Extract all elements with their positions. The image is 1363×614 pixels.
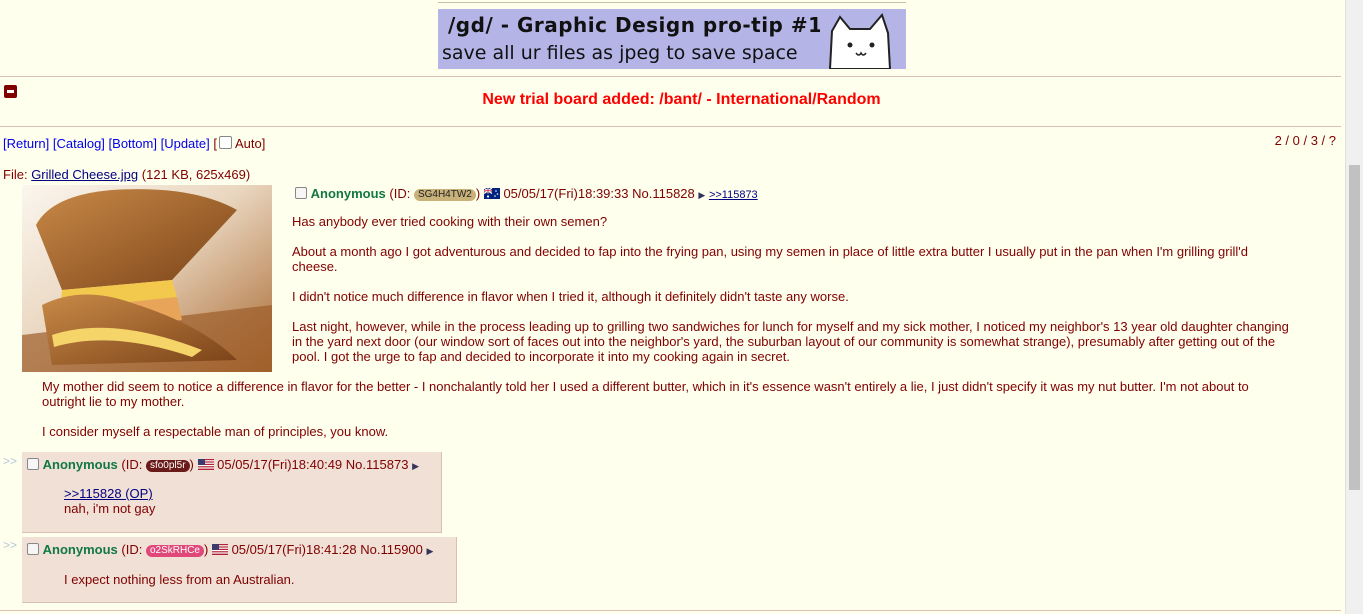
us-flag-icon (197, 459, 214, 470)
post-datetime: 05/05/17(Fri)18:41:28 (231, 542, 357, 557)
grilled-cheese-thumbnail[interactable] (22, 185, 272, 372)
post-menu-arrow-icon[interactable]: ▶ (698, 190, 705, 200)
poster-name: Anonymous (310, 186, 386, 201)
poster-id-badge[interactable]: SG4H4TW2 (413, 189, 476, 201)
us-flag-icon (211, 544, 228, 555)
thread-nav: [Return] [Catalog] [Bottom] [Update] [ Au… (3, 136, 265, 151)
update-link[interactable]: [Update] (161, 136, 210, 151)
return-link[interactable]: [Return] (3, 136, 49, 151)
divider (0, 126, 1341, 127)
post-datetime: 05/05/17(Fri)18:40:49 (217, 457, 343, 472)
post-number[interactable]: No.115873 (346, 457, 409, 472)
id-suffix: ) (475, 186, 481, 201)
id-prefix: (ID: (121, 542, 143, 557)
backlink[interactable]: >>115873 (709, 189, 758, 201)
poster-name: Anonymous (42, 542, 118, 557)
file-link[interactable]: Grilled Cheese.jpg (31, 167, 138, 182)
reply-post: Anonymous (ID: o2SkRHCe) 05/05/17(Fri)18… (22, 537, 457, 603)
reply-arrow: >> (3, 454, 18, 468)
op-post-body-continued: My mother did seem to notice a differenc… (42, 379, 1292, 454)
post-datetime: 05/05/17(Fri)18:39:33 (503, 186, 629, 201)
auto-bracket: [ (213, 136, 217, 151)
file-meta: (121 KB, 625x469) (141, 167, 251, 182)
poster-id-badge[interactable]: o2SkRHCe (145, 545, 204, 557)
poster-name: Anonymous (42, 457, 118, 472)
reply-message: >>115828 (OP) nah, i'm not gay (64, 486, 155, 516)
op-paragraph: I didn't notice much difference in flavo… (292, 289, 849, 304)
auto-update-checkbox[interactable] (219, 136, 232, 149)
post-menu-arrow-icon[interactable]: ▶ (412, 461, 419, 471)
quote-link[interactable]: >>115828 (OP) (64, 486, 153, 501)
poster-id-badge[interactable]: sfo0pl5r (145, 460, 190, 472)
divider (0, 76, 1341, 77)
post-number[interactable]: No.115828 (632, 186, 695, 201)
reply-message: I expect nothing less from an Australian… (64, 572, 295, 587)
op-post-header: Anonymous (ID: SG4H4TW2) 05/05/17(Fri)18… (295, 186, 758, 201)
post-select-checkbox[interactable] (27, 458, 39, 470)
op-post-body: Has anybody ever tried cooking with thei… (292, 214, 1292, 379)
auto-label: Auto] (235, 136, 266, 151)
post-select-checkbox[interactable] (295, 187, 307, 199)
reply-header: Anonymous (ID: o2SkRHCe) 05/05/17(Fri)18… (27, 542, 433, 557)
id-prefix: (ID: (389, 186, 411, 201)
reply-header: Anonymous (ID: sfo0pl5r) 05/05/17(Fri)18… (27, 457, 419, 472)
thread-stats: 2 / 0 / 3 / ? (1274, 133, 1336, 148)
bottom-link[interactable]: [Bottom] (109, 136, 157, 151)
announcement: New trial board added: /bant/ - Internat… (482, 91, 881, 108)
file-info: File: Grilled Cheese.jpg (121 KB, 625x46… (3, 167, 250, 182)
post-menu-arrow-icon[interactable]: ▶ (427, 546, 434, 556)
catalog-link[interactable]: [Catalog] (53, 136, 105, 151)
cat-drawing-icon (820, 9, 900, 69)
post-select-checkbox[interactable] (27, 543, 39, 555)
reply-text: I expect nothing less from an Australian… (64, 572, 295, 587)
reply-post: Anonymous (ID: sfo0pl5r) 05/05/17(Fri)18… (22, 452, 442, 533)
op-paragraph: I consider myself a respectable man of p… (42, 424, 389, 439)
banner-line-1: /gd/ - Graphic Design pro-tip #1 (448, 13, 823, 37)
op-paragraph: Has anybody ever tried cooking with thei… (292, 214, 608, 229)
op-paragraph: About a month ago I got adventurous and … (292, 244, 1248, 274)
banner-line-2: save all ur files as jpeg to save space (442, 42, 798, 64)
reply-text: nah, i'm not gay (64, 501, 156, 516)
op-paragraph: Last night, however, while in the proces… (292, 319, 1289, 364)
scrollbar-thumb[interactable] (1349, 165, 1360, 490)
reply-arrow: >> (3, 538, 18, 552)
australia-flag-icon (483, 188, 500, 199)
file-label: File: (3, 167, 28, 182)
banner-top-rule (438, 2, 906, 3)
post-number[interactable]: No.115900 (360, 542, 423, 557)
op-paragraph: My mother did seem to notice a differenc… (42, 379, 1249, 409)
divider (0, 610, 1341, 611)
board-banner[interactable]: /gd/ - Graphic Design pro-tip #1 save al… (438, 9, 906, 69)
id-suffix: ) (203, 542, 209, 557)
id-suffix: ) (189, 457, 194, 472)
vertical-scrollbar[interactable] (1345, 0, 1363, 614)
id-prefix: (ID: (121, 457, 143, 472)
